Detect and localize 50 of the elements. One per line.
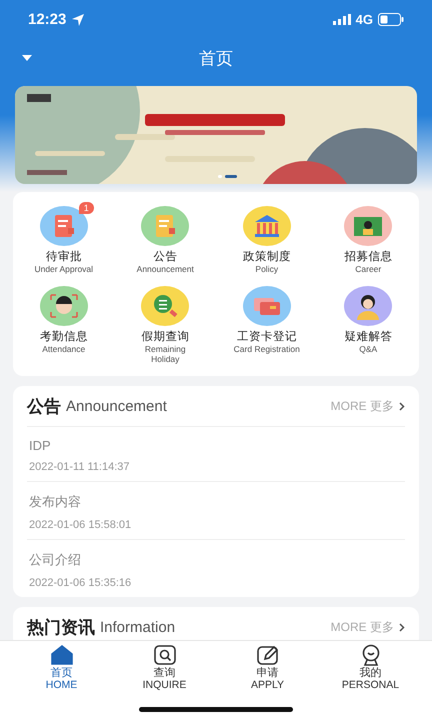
shortcut-label[interactable]: 假期查询 — [141, 329, 190, 344]
shortcut-sublabel[interactable]: Career — [333, 264, 404, 274]
chevron-icon[interactable] — [399, 402, 405, 410]
shortcut-sublabel[interactable]: Card Registration — [232, 344, 302, 354]
chevron-icon[interactable] — [399, 622, 405, 632]
signal-icon — [332, 14, 351, 25]
section-subtitle: Announcement — [66, 398, 167, 414]
tab[interactable]: 我的 PERSONAL — [319, 641, 422, 720]
tab[interactable]: 申请 APPLY — [216, 641, 319, 720]
section-title: 公告 — [27, 396, 61, 418]
shortcut-label[interactable]: 工资卡登记 — [236, 329, 297, 344]
battery-icon — [378, 13, 404, 26]
status-time: 12:23 — [28, 11, 66, 28]
home-icon — [48, 644, 74, 666]
shortcut-sublabel[interactable]: Attendance — [28, 344, 99, 354]
face-icon[interactable] — [40, 286, 88, 326]
shortcut-label[interactable]: 疑难解答 — [344, 329, 392, 344]
magnifier-icon[interactable] — [141, 286, 190, 326]
announcement-time: 2022-01-11 11:14:37 — [29, 461, 131, 473]
count-badge: 1 — [78, 202, 94, 214]
shortcut-label[interactable]: 政策制度 — [242, 249, 291, 264]
announcement-title[interactable]: 发布内容 — [29, 493, 403, 511]
section-title: 热门资讯 — [27, 616, 95, 638]
id-card-icon[interactable] — [344, 206, 392, 246]
tab[interactable]: 首页 HOME — [10, 641, 113, 720]
document-icon[interactable] — [40, 206, 88, 246]
shortcut-sublabel[interactable]: Under Approval — [28, 264, 99, 274]
section-subtitle: Information — [100, 618, 176, 636]
bank-icon[interactable] — [242, 206, 291, 246]
shortcut-sublabel[interactable]: Policy — [232, 264, 302, 274]
pencil-icon — [254, 644, 280, 666]
shortcut-label[interactable]: 招募信息 — [344, 249, 392, 264]
shortcut-label[interactable]: 待审批 — [46, 249, 82, 264]
shortcut-label[interactable]: 公告 — [153, 249, 178, 264]
network-label: 4G — [356, 12, 373, 27]
shortcut-sublabel[interactable]: Announcement — [130, 264, 200, 274]
tab[interactable]: 查询 INQUIRE — [113, 641, 216, 720]
announcement-title[interactable]: 公司介绍 — [29, 551, 403, 569]
location-icon — [71, 12, 86, 26]
shortcut-sublabel[interactable]: Q&A — [333, 344, 404, 354]
credit-card-icon[interactable] — [242, 286, 291, 326]
page-title: 首页 — [199, 48, 233, 70]
person-icon[interactable] — [344, 286, 392, 326]
search-icon — [152, 644, 178, 666]
announcement-time: 2022-01-06 15:58:01 — [29, 519, 132, 531]
dropdown-icon[interactable] — [22, 55, 32, 61]
announcement-time: 2022-01-06 15:35:16 — [29, 577, 132, 589]
announcement-title[interactable]: IDP — [29, 438, 403, 453]
shortcut-label[interactable]: 考勤信息 — [40, 329, 88, 344]
shortcut-sublabel[interactable]: Remaining Holiday — [130, 344, 200, 364]
